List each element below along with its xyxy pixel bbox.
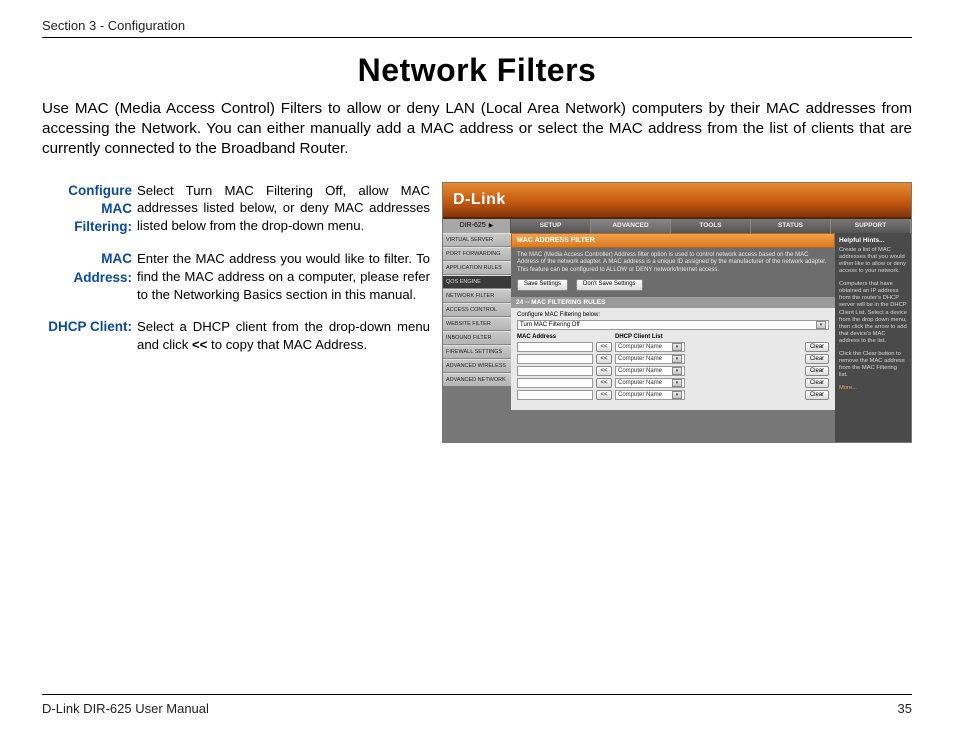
sidebar-item-inbound-filter[interactable]: INBOUND FILTER: [443, 331, 511, 345]
hint-3: Click the Clear button to remove the MAC…: [839, 351, 907, 380]
copy-mac-button[interactable]: <<: [596, 390, 612, 400]
clear-button[interactable]: Clear: [805, 354, 829, 364]
router-ui-screenshot: D-Link DIR-625 ▶ SETUPADVANCEDTOOLSSTATU…: [442, 182, 912, 443]
hint-1: Create a list of MAC addresses that you …: [839, 247, 907, 276]
col-mac-address: MAC Address: [517, 334, 597, 340]
configure-below-label: Configure MAC Filtering below:: [517, 312, 829, 318]
tab-tools[interactable]: TOOLS: [671, 219, 751, 233]
copy-mac-button[interactable]: <<: [596, 366, 612, 376]
mac-address-input[interactable]: [517, 378, 593, 388]
def-label-dhcp: DHCP Client:: [42, 318, 137, 354]
def-text-configure: Select Turn MAC Filtering Off, allow MAC…: [137, 182, 430, 237]
brand-logo: D-Link: [453, 191, 506, 209]
rules-panel-title: 24 -- MAC FILTERING RULES: [511, 297, 835, 308]
intro-paragraph: Use MAC (Media Access Control) Filters t…: [42, 99, 912, 160]
save-settings-button[interactable]: Save Settings: [517, 279, 568, 291]
def-label-mac: MAC Address:: [42, 250, 137, 303]
sidebar-item-access-control[interactable]: ACCESS CONTROL: [443, 303, 511, 317]
dhcp-client-select[interactable]: Computer Name▾: [615, 378, 685, 388]
sidebar-item-network-filter[interactable]: NETWORK FILTER: [443, 289, 511, 303]
more-link[interactable]: More...: [839, 385, 907, 392]
brand-bar: D-Link: [443, 183, 911, 219]
tab-status[interactable]: STATUS: [751, 219, 831, 233]
chevron-down-icon: ▾: [672, 367, 682, 375]
rule-row: <<Computer Name▾ Clear: [517, 354, 829, 364]
footer-page-number: 35: [898, 701, 912, 716]
dhcp-client-select[interactable]: Computer Name▾: [615, 366, 685, 376]
mac-address-input[interactable]: [517, 342, 593, 352]
mode-value: Turn MAC Filtering Off: [520, 322, 580, 328]
clear-button[interactable]: Clear: [805, 378, 829, 388]
tab-advanced[interactable]: ADVANCED: [591, 219, 671, 233]
copy-mac-button[interactable]: <<: [596, 354, 612, 364]
chevron-down-icon: ▾: [672, 379, 682, 387]
sidebar-item-advanced-network[interactable]: ADVANCED NETWORK: [443, 373, 511, 386]
footer-left: D-Link DIR-625 User Manual: [42, 701, 209, 716]
sidebar-item-qos-engine[interactable]: QOS ENGINE: [443, 275, 511, 289]
product-label: DIR-625: [460, 222, 486, 229]
dhcp-text-b: to copy that MAC Address.: [207, 337, 367, 352]
dhcp-client-select[interactable]: Computer Name▾: [615, 342, 685, 352]
chevron-down-icon: ▾: [672, 391, 682, 399]
chevron-down-icon: ▾: [672, 343, 682, 351]
sidebar-item-port-forwarding[interactable]: PORT FORWARDING: [443, 247, 511, 261]
panel-title: MAC ADDRESS FILTER: [511, 233, 835, 248]
rule-row: <<Computer Name▾ Clear: [517, 366, 829, 376]
dont-save-settings-button[interactable]: Don't Save Settings: [576, 279, 643, 291]
dhcp-bold: <<: [192, 337, 207, 352]
def-text-mac: Enter the MAC address you would like to …: [137, 250, 430, 303]
dhcp-client-select[interactable]: Computer Name▾: [615, 354, 685, 364]
screenshot-column: D-Link DIR-625 ▶ SETUPADVANCEDTOOLSSTATU…: [442, 182, 912, 443]
rule-row: <<Computer Name▾ Clear: [517, 390, 829, 400]
product-model[interactable]: DIR-625 ▶: [443, 219, 511, 233]
section-header: Section 3 - Configuration: [42, 18, 912, 38]
col-dhcp-client: DHCP Client List: [597, 334, 829, 340]
dhcp-client-select[interactable]: Computer Name▾: [615, 390, 685, 400]
mac-address-input[interactable]: [517, 390, 593, 400]
mac-address-input[interactable]: [517, 354, 593, 364]
sidebar-item-virtual-server[interactable]: VIRTUAL SERVER: [443, 233, 511, 247]
panel-description: The MAC (Media Access Controller) Addres…: [511, 248, 835, 297]
page-title: Network Filters: [42, 52, 912, 89]
helpful-hints-panel: Helpful Hints... Create a list of MAC ad…: [835, 233, 911, 442]
chevron-down-icon: ▾: [672, 355, 682, 363]
clear-button[interactable]: Clear: [805, 342, 829, 352]
copy-mac-button[interactable]: <<: [596, 342, 612, 352]
chevron-right-icon: ▶: [489, 222, 494, 229]
hint-2: Computers that have obtained an IP addre…: [839, 281, 907, 346]
mac-address-input[interactable]: [517, 366, 593, 376]
tab-support[interactable]: SUPPORT: [831, 219, 911, 233]
copy-mac-button[interactable]: <<: [596, 378, 612, 388]
clear-button[interactable]: Clear: [805, 366, 829, 376]
page-footer: D-Link DIR-625 User Manual 35: [42, 694, 912, 716]
hints-title: Helpful Hints...: [839, 237, 907, 244]
sidebar-item-advanced-wireless[interactable]: ADVANCED WIRELESS: [443, 359, 511, 373]
sidebar-item-website-filter[interactable]: WEBSITE FILTER: [443, 317, 511, 331]
definitions-column: Configure MAC Filtering: Select Turn MAC…: [42, 182, 430, 443]
rule-row: <<Computer Name▾ Clear: [517, 378, 829, 388]
sidebar-item-application-rules[interactable]: APPLICATION RULES: [443, 261, 511, 275]
rule-row: <<Computer Name▾ Clear: [517, 342, 829, 352]
chevron-down-icon: ▾: [816, 321, 826, 329]
def-label-configure: Configure MAC Filtering:: [42, 182, 137, 237]
sidebar-item-firewall-settings[interactable]: FIREWALL SETTINGS: [443, 345, 511, 359]
def-text-dhcp: Select a DHCP client from the drop-down …: [137, 318, 430, 354]
tab-setup[interactable]: SETUP: [511, 219, 591, 233]
sidebar: VIRTUAL SERVERPORT FORWARDINGAPPLICATION…: [443, 233, 511, 442]
mac-filtering-mode-select[interactable]: Turn MAC Filtering Off ▾: [517, 320, 829, 330]
clear-button[interactable]: Clear: [805, 390, 829, 400]
